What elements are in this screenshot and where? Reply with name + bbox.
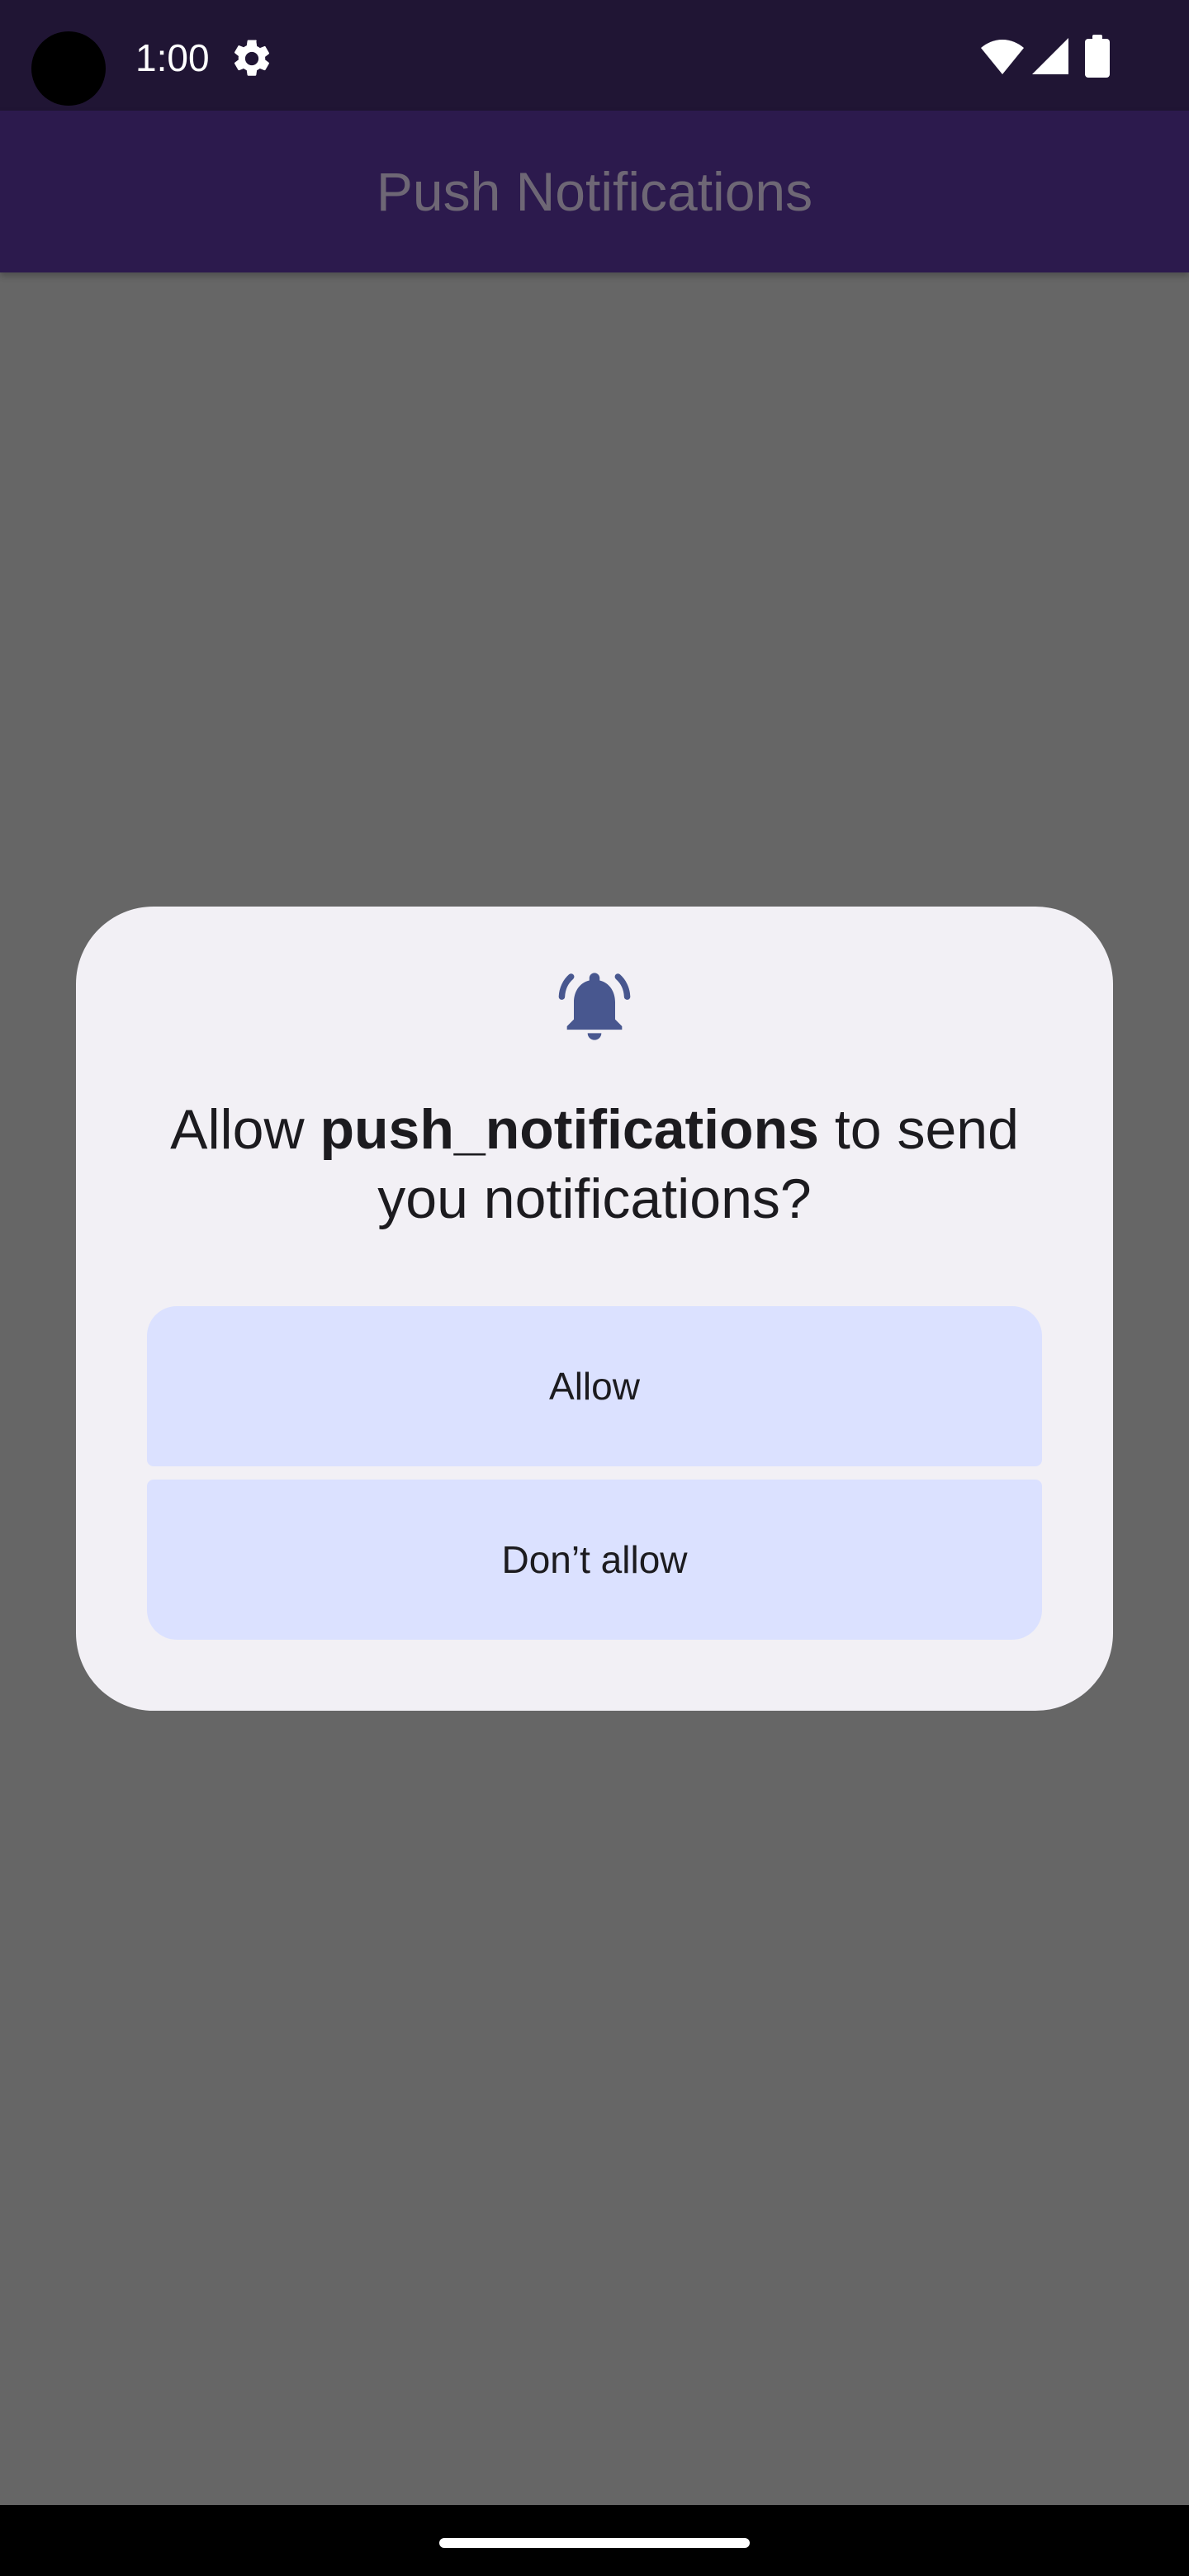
dont-allow-button[interactable]: Don’t allow <box>147 1480 1042 1640</box>
status-time: 1:00 <box>135 36 210 79</box>
dialog-message: Allow push_notifications to send you not… <box>126 1095 1063 1234</box>
allow-button[interactable]: Allow <box>147 1306 1042 1466</box>
settings-gear-icon <box>234 40 270 76</box>
app-title: Push Notifications <box>376 161 813 222</box>
notification-bell-icon <box>558 973 631 1040</box>
message-prefix: Allow <box>170 1098 320 1161</box>
camera-cutout <box>31 31 106 106</box>
message-app-name: push_notifications <box>320 1098 819 1161</box>
navigation-bar <box>0 2505 1189 2576</box>
home-gesture-handle[interactable] <box>439 2538 750 2548</box>
app-bar: Push Notifications <box>0 111 1189 272</box>
battery-icon <box>1085 35 1110 78</box>
status-bar: 1:00 <box>0 0 1189 111</box>
cellular-signal-icon <box>1032 38 1068 74</box>
notification-permission-dialog: Allow push_notifications to send you not… <box>76 907 1113 1711</box>
wifi-icon <box>981 40 1024 74</box>
